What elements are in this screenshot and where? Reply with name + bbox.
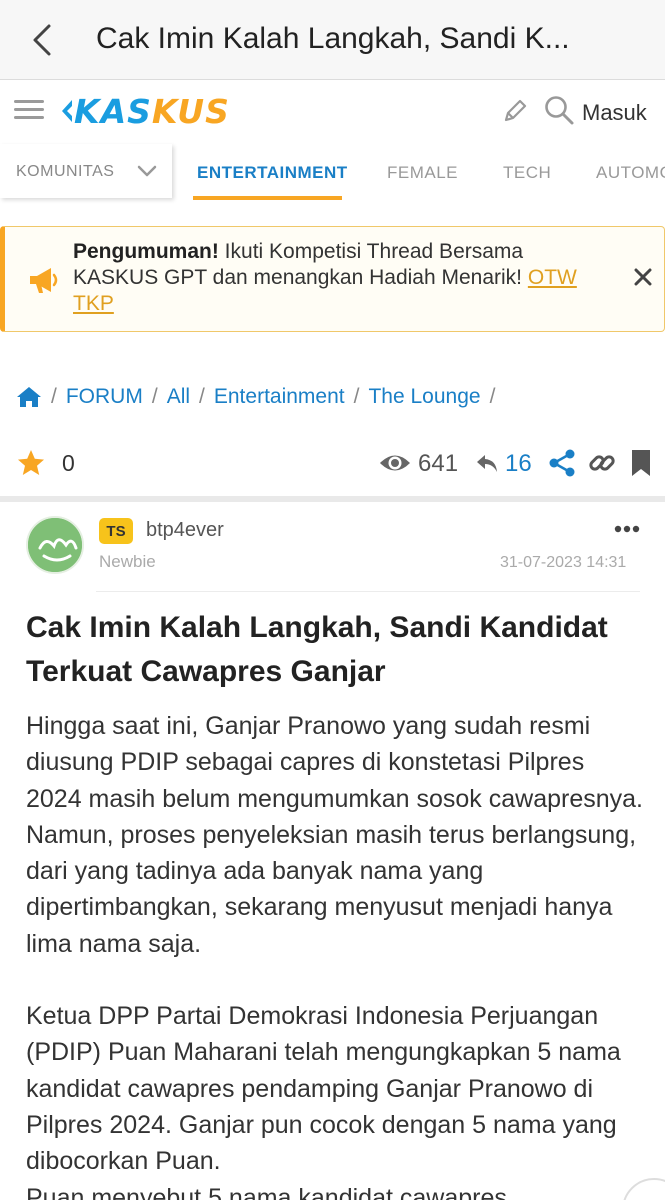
bookmark-icon[interactable] <box>630 448 652 478</box>
chevron-left-icon <box>33 24 51 56</box>
page-title: Cak Imin Kalah Langkah, Sandi K... <box>96 22 570 55</box>
post-title: Cak Imin Kalah Langkah, Sandi Kandidat T… <box>26 611 608 688</box>
star-count: 0 <box>62 450 75 476</box>
site-header: KAS KUS Masuk <box>0 80 665 144</box>
breadcrumb-forum[interactable]: FORUM <box>66 385 143 409</box>
home-icon[interactable] <box>16 386 42 408</box>
announcement-text: Pengumuman! Ikuti Kompetisi Thread Bersa… <box>73 239 613 317</box>
app-bar: Cak Imin Kalah Langkah, Sandi K... <box>0 0 665 80</box>
share-icon[interactable] <box>548 448 576 478</box>
breadcrumb-entertainment[interactable]: Entertainment <box>214 385 345 409</box>
reply-count[interactable]: 16 <box>505 450 532 478</box>
announcement-title: Pengumuman! <box>73 240 219 263</box>
star-icon[interactable] <box>16 448 46 478</box>
avatar[interactable] <box>26 516 84 574</box>
breadcrumb-separator: / <box>489 385 496 408</box>
breadcrumb-separator: / <box>199 385 205 408</box>
breadcrumb-all[interactable]: All <box>167 385 190 409</box>
announcement-banner: Pengumuman! Ikuti Kompetisi Thread Bersa… <box>0 226 665 332</box>
tab-tech[interactable]: TECH <box>503 163 551 183</box>
post-paragraph: Puan menyebut 5 nama kandidat cawapres <box>26 1183 507 1200</box>
chevron-down-icon <box>137 165 157 177</box>
active-tab-indicator <box>193 196 342 200</box>
reply-icon[interactable] <box>475 452 499 474</box>
username[interactable]: btp4ever <box>146 519 224 542</box>
pencil-icon[interactable] <box>500 96 530 126</box>
breadcrumb-separator: / <box>151 385 158 408</box>
breadcrumb-separator: / <box>51 385 57 408</box>
breadcrumb: / FORUM / All / Entertainment / The Loun… <box>16 382 504 412</box>
breadcrumb-the-lounge[interactable]: The Lounge <box>368 385 480 409</box>
close-icon[interactable] <box>631 265 655 289</box>
view-count: 641 <box>418 450 459 477</box>
megaphone-icon <box>30 268 58 293</box>
post-paragraph: Hingga saat ini, Ganjar Pranowo yang sud… <box>26 712 643 958</box>
tab-automotive[interactable]: AUTOMO <box>596 163 665 183</box>
more-options-icon[interactable] <box>612 519 642 539</box>
post-date: 31-07-2023 14:31 <box>500 554 627 571</box>
komunitas-dropdown[interactable]: KOMUNITAS <box>0 144 172 198</box>
kaskus-logo[interactable]: KAS KUS <box>58 91 230 131</box>
login-button[interactable]: Masuk <box>582 100 647 126</box>
logo-text-kas: KAS <box>74 91 152 131</box>
avatar-image <box>28 518 82 572</box>
komunitas-label: KOMUNITAS <box>16 163 115 180</box>
user-rank: Newbie <box>99 552 156 571</box>
back-button[interactable] <box>22 18 62 62</box>
logo-mark-icon <box>62 100 72 122</box>
thread-stats-bar: 0 641 16 <box>0 438 665 496</box>
search-icon[interactable] <box>543 94 575 126</box>
section-divider <box>0 496 665 502</box>
post-body: Hingga saat ini, Ganjar Pranowo yang sud… <box>26 708 646 1200</box>
eye-icon <box>380 455 410 471</box>
category-tabs: KOMUNITAS ENTERTAINMENT FEMALE TECH AUTO… <box>0 144 665 202</box>
tab-entertainment[interactable]: ENTERTAINMENT <box>197 163 348 183</box>
post-paragraph: Ketua DPP Partai Demokrasi Indonesia Per… <box>26 1002 621 1176</box>
thread-starter-badge: TS <box>99 518 133 544</box>
logo-text-kus: KUS <box>151 91 230 131</box>
menu-icon[interactable] <box>14 96 44 126</box>
tab-female[interactable]: FEMALE <box>387 163 458 183</box>
link-icon[interactable] <box>587 448 617 478</box>
breadcrumb-separator: / <box>353 385 360 408</box>
post-header-divider <box>96 591 640 592</box>
